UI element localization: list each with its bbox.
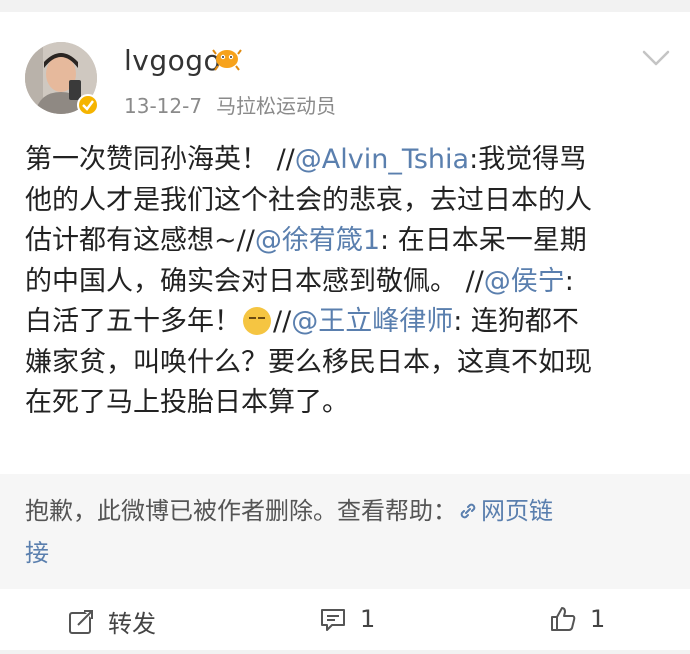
member-badge-icon <box>212 49 242 71</box>
post-line: 嫌家贫，叫唤什么？要么移民日本，这真不如现 <box>25 343 665 384</box>
like-count[interactable]: 1 <box>590 605 605 633</box>
repost-icon <box>69 609 93 634</box>
comment-count[interactable]: 1 <box>360 605 375 633</box>
post-body: 第一次赞同孙海英！ //@Alvin_Tshia:我觉得骂 他的人才是我们这个社会… <box>25 140 665 424</box>
post-source: 马拉松运动员 <box>216 94 337 118</box>
post-line: 在死了马上投胎日本算了。 <box>25 383 665 424</box>
post-text: 嫌家贫，叫唤什么？要么移民日本，这真不如现 <box>25 346 592 378</box>
thumbs-up-icon <box>551 607 576 631</box>
post-line: 的中国人，确实会对日本感到敬佩。 //@侯宁: <box>25 262 665 303</box>
post-line: 估计都有这感想~//@徐宥箴1: 在日本呆一星期 <box>25 221 665 262</box>
deleted-message: 抱歉，此微博已被作者删除。查看帮助： <box>25 497 457 525</box>
post-meta: 13-12-7 马拉松运动员 <box>124 90 336 119</box>
sleepy-face-emoji <box>243 307 271 335</box>
comment-button[interactable]: 1 <box>318 604 375 634</box>
comment-icon <box>321 609 345 631</box>
verified-badge-icon <box>77 94 99 116</box>
post-date: 13-12-7 <box>124 94 203 118</box>
post-text: 在死了马上投胎日本算了。 <box>25 387 349 418</box>
mention-link[interactable]: @Alvin_Tshia <box>295 144 469 175</box>
mention-link[interactable]: @王立峰律师 <box>291 306 453 337</box>
web-link-label-cont[interactable]: 接 <box>25 539 49 567</box>
mention-link[interactable]: @侯宁 <box>484 266 565 297</box>
weibo-post-card: lvgogo 13-12-7 马拉松运动员 第一次赞同孙海英！ //@Alvin_… <box>0 12 690 650</box>
post-text: // <box>273 306 292 337</box>
repost-label[interactable]: 转发 <box>108 604 156 639</box>
like-button[interactable]: 1 <box>548 604 605 634</box>
chevron-down-icon[interactable] <box>640 48 672 70</box>
post-text: 估计都有这感想~// <box>25 225 255 256</box>
mention-link[interactable]: @徐宥箴1 <box>255 225 380 256</box>
post-text: 白活了五十多年！ <box>25 306 241 337</box>
post-text: :我觉得骂 <box>469 144 587 175</box>
post-text: : 在日本呆一星期 <box>380 225 587 256</box>
post-text: 他的人才是我们这个社会的悲哀，去过日本的人 <box>25 184 592 216</box>
post-text: 第一次赞同孙海英！ // <box>25 144 295 175</box>
deleted-notice-text: 抱歉，此微博已被作者删除。查看帮助： 网页链接 <box>25 490 665 574</box>
deleted-notice: 抱歉，此微博已被作者删除。查看帮助： 网页链接 <box>0 474 690 589</box>
repost-button[interactable]: 转发 <box>66 604 156 639</box>
post-text: : 连狗都不 <box>453 306 579 337</box>
post-text: : <box>564 265 574 297</box>
web-link-label[interactable]: 网页链 <box>481 497 553 525</box>
post-text: 的中国人，确实会对日本感到敬佩。 // <box>25 265 484 297</box>
action-bar: 转发 1 1 <box>0 590 690 650</box>
post-line: 白活了五十多年！ //@王立峰律师: 连狗都不 <box>25 302 665 343</box>
post-line: 第一次赞同孙海英！ //@Alvin_Tshia:我觉得骂 <box>25 140 665 181</box>
link-icon <box>460 503 476 519</box>
post-line: 他的人才是我们这个社会的悲哀，去过日本的人 <box>25 181 665 222</box>
username[interactable]: lvgogo <box>124 44 221 77</box>
